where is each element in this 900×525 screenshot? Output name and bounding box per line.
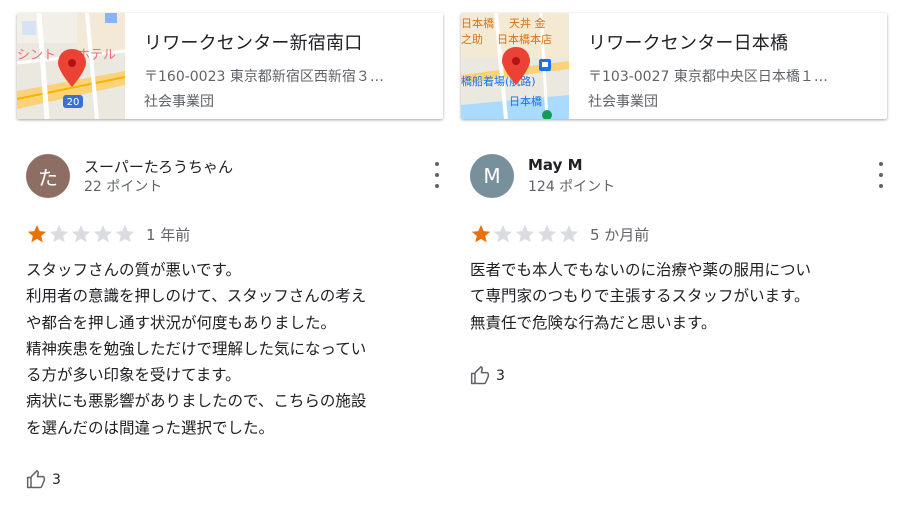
map-label: 天丼 金	[509, 16, 546, 30]
avatar[interactable]: た	[26, 154, 70, 198]
place-info: リワークセンター新宿南口 〒160-0023 東京都新宿区西新宿３… 社会事業団	[144, 29, 431, 111]
map-label: 之助	[461, 32, 483, 46]
star-icon	[71, 224, 91, 243]
place-name[interactable]: リワークセンター日本橋	[588, 29, 875, 55]
review-date: 1 年前	[146, 225, 191, 244]
star-icon	[537, 224, 557, 243]
map-thumbnail[interactable]: シント ホテル 20	[17, 13, 125, 119]
map-label: 橋船着場(航路)	[461, 74, 536, 88]
like-button[interactable]: 3	[470, 366, 505, 386]
like-count: 3	[496, 368, 505, 384]
review-text: 医者でも本人でもないのに治療や薬の服用につい て専門家のつもりで主張するスタッフ…	[470, 257, 890, 336]
review-text: スタッフさんの質が悪いです。 利用者の意識を押しのけて、スタッフさんの考え や都…	[26, 257, 446, 441]
review-author[interactable]: May M	[528, 156, 583, 174]
map-image: 日本橋 天丼 金 之助 日本橋本店 橋船着場(航路) 日本橋	[461, 13, 569, 119]
map-label: 日本橋	[509, 94, 542, 108]
place-category: 社会事業団	[588, 94, 658, 110]
star-icon	[115, 224, 135, 243]
map-label: 日本橋	[461, 16, 494, 30]
star-rating	[26, 223, 136, 245]
review-text-line: 無責任で危険な行為だと思います。	[470, 313, 717, 332]
avatar-initial: た	[38, 165, 58, 190]
place-name[interactable]: リワークセンター新宿南口	[144, 29, 431, 55]
review-text-line: て専門家のつもりで主張するスタッフがいます。	[470, 287, 810, 306]
review-text-line: や都合を押し通す状況が何度もありました。	[26, 313, 337, 332]
map-label: 日本橋本店	[497, 32, 552, 46]
review-author-points: 22 ポイント	[84, 179, 163, 195]
star-rating	[470, 223, 580, 245]
review-date: 5 か月前	[590, 225, 650, 244]
review-text-line: を選んだのは間違った選択でした。	[26, 418, 275, 437]
review-text-line: 病状にも悪影響がありましたので、こちらの施設	[26, 392, 367, 411]
place-card[interactable]: シント ホテル 20 リワークセンター新宿南口 〒160-0023 東京都新宿区…	[17, 13, 443, 119]
avatar[interactable]: M	[470, 154, 514, 198]
more-vert-icon[interactable]	[430, 162, 444, 188]
rating-row: 1 年前	[26, 223, 190, 245]
rating-row: 5 か月前	[470, 223, 649, 245]
star-icon	[559, 224, 579, 243]
svg-text:20: 20	[67, 97, 80, 108]
star-icon	[49, 224, 69, 243]
thumb-up-icon	[470, 366, 490, 385]
review-text-line: スタッフさんの質が悪いです。	[26, 261, 241, 279]
map-label: シント	[17, 48, 56, 63]
review-text-line: 医者でも本人でもないのに治療や薬の服用につい	[470, 261, 812, 279]
more-vert-icon[interactable]	[874, 162, 888, 188]
place-address: 〒103-0027 東京都中央区日本橋１…	[588, 69, 828, 85]
ferry-icon	[539, 59, 551, 71]
star-icon	[93, 224, 113, 243]
review-text-line: 精神疾患を勉強しただけで理解した気になってい	[26, 339, 367, 358]
like-count: 3	[52, 472, 61, 488]
map-thumbnail[interactable]: 日本橋 天丼 金 之助 日本橋本店 橋船着場(航路) 日本橋	[461, 13, 569, 119]
avatar-initial: M	[483, 164, 501, 188]
thumb-up-icon	[26, 470, 46, 489]
review-author[interactable]: スーパーたろうちゃん	[84, 156, 233, 177]
route-shield-icon: 20	[63, 95, 83, 108]
review-text-line: 利用者の意識を押しのけて、スタッフさんの考え	[26, 287, 367, 306]
review-text-line: る方が多い印象を受けてます。	[26, 366, 241, 385]
place-address: 〒160-0023 東京都新宿区西新宿３…	[144, 69, 384, 85]
place-category: 社会事業団	[144, 94, 214, 110]
place-info: リワークセンター日本橋 〒103-0027 東京都中央区日本橋１… 社会事業団	[588, 29, 875, 111]
map-image: シント ホテル 20	[17, 13, 125, 119]
star-icon	[493, 224, 513, 243]
review-author-points: 124 ポイント	[528, 179, 616, 195]
like-button[interactable]: 3	[26, 470, 61, 490]
place-card[interactable]: 日本橋 天丼 金 之助 日本橋本店 橋船着場(航路) 日本橋 リワークセンター日…	[461, 13, 887, 119]
star-icon	[515, 224, 535, 243]
star-icon	[471, 224, 491, 243]
star-icon	[27, 224, 47, 243]
